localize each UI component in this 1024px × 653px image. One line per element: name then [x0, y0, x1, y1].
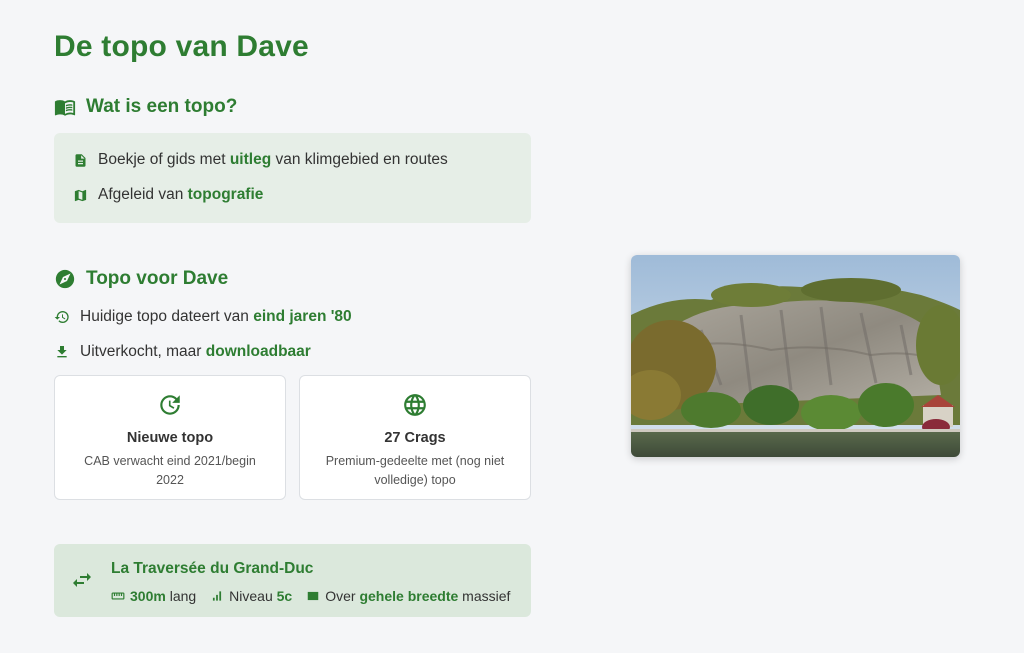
definition-row-booklet: Boekje of gids met uitleg van klimgebied…: [73, 151, 531, 169]
route-length-unit: lang: [165, 588, 197, 604]
card-text: CAB verwacht eind 2021/begin 2022: [84, 454, 256, 487]
history-row: Huidige topo dateert van eind jaren '80: [54, 308, 352, 326]
route-width: Over gehele breedte massief: [306, 588, 510, 604]
definition-row-derived: Afgeleid van topografie: [73, 186, 531, 204]
section-heading-what-is-topo: Wat is een topo?: [54, 96, 237, 118]
route-level-value: 5c: [276, 588, 293, 604]
route-width-post: massief: [458, 588, 511, 604]
width-rectangle-icon: [307, 591, 319, 601]
row-text: van klimgebied en routes: [271, 151, 448, 168]
swap-horizontal-icon: [73, 573, 91, 587]
card-text: Premium-gedeelte met (nog niet volledige…: [325, 454, 505, 487]
row-highlight: uitleg: [229, 151, 272, 168]
card-title: 27 Crags: [384, 430, 446, 446]
card-title: Nieuwe topo: [126, 430, 214, 446]
cliff-illustration: [631, 255, 960, 457]
route-length-value: 300m: [130, 588, 166, 604]
row-highlight: eind jaren '80: [253, 308, 352, 325]
open-book-icon: [54, 100, 76, 116]
route-level-label: Niveau: [229, 588, 277, 604]
route-title: La Traversée du Grand-Duc: [111, 560, 314, 577]
row-text: Boekje of gids met: [98, 151, 230, 168]
row-highlight: topografie: [187, 186, 264, 203]
route-width-pre: Over: [325, 588, 360, 604]
page-title: De topo van Dave: [54, 30, 309, 63]
globe-icon: [404, 394, 426, 416]
route-length: 300m lang: [111, 588, 196, 604]
compass-icon: [55, 269, 75, 289]
history-icon: [54, 311, 69, 323]
map-icon: [74, 189, 87, 201]
route-level: Niveau 5c: [210, 588, 292, 604]
section-heading-label: Topo voor Dave: [86, 268, 229, 289]
file-icon: [75, 153, 86, 167]
refresh-clock-icon: [160, 395, 180, 415]
row-text: Uitverkocht, maar: [80, 343, 206, 360]
route-meta: 300m lang Niveau 5c Over gehele breedte …: [111, 588, 524, 604]
topo-definition-box: Boekje of gids met uitleg van klimgebied…: [54, 133, 531, 223]
download-link[interactable]: downloadbaar: [206, 343, 311, 360]
download-icon: [57, 346, 67, 358]
card-27-crags: 27 Crags Premium-gedeelte met (nog niet …: [299, 375, 531, 500]
row-text: Huidige topo dateert van: [80, 308, 254, 325]
ruler-icon: [111, 592, 125, 600]
card-new-topo: Nieuwe topo CAB verwacht eind 2021/begin…: [54, 375, 286, 500]
row-text: Afgeleid van: [98, 186, 188, 203]
section-heading-topo-dave: Topo voor Dave: [54, 268, 228, 290]
download-row: Uitverkocht, maar downloadbaar: [54, 343, 311, 361]
signal-bars-icon: [213, 591, 222, 601]
route-width-value: gehele breedte: [359, 588, 459, 604]
section-heading-label: Wat is een topo?: [86, 96, 238, 117]
cliff-photo: [631, 255, 960, 457]
route-box: La Traversée du Grand-Duc 300m lang Nive…: [54, 544, 531, 617]
